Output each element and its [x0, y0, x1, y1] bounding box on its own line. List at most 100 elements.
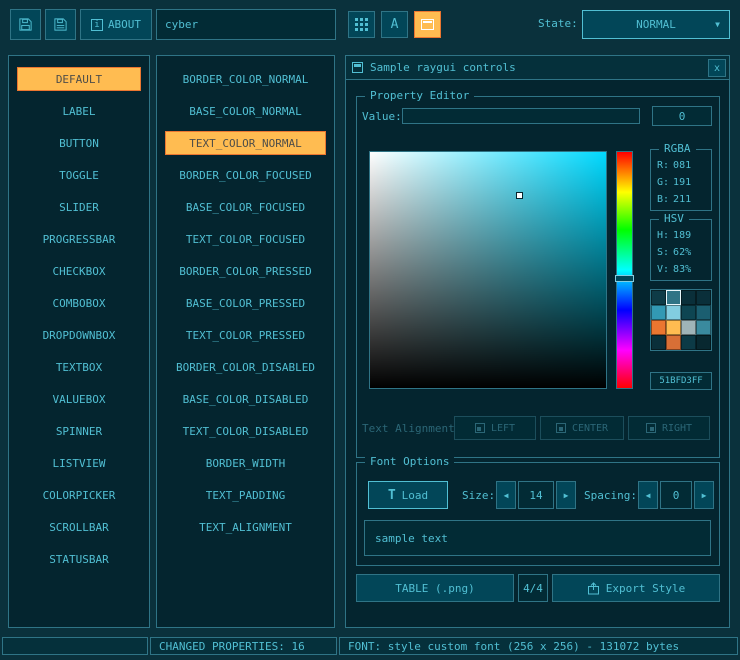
- color-swatch[interactable]: [666, 290, 681, 305]
- color-swatch[interactable]: [651, 320, 666, 335]
- color-swatch[interactable]: [666, 305, 681, 320]
- size-value-box[interactable]: 14: [518, 481, 554, 509]
- style-name-input[interactable]: [156, 9, 336, 40]
- rgba-row-b: B: 211: [651, 190, 711, 207]
- list-item-button[interactable]: BUTTON: [17, 131, 141, 155]
- chevron-down-icon: ▼: [715, 20, 720, 29]
- controls-list: DEFAULT LABEL BUTTON TOGGLE SLIDER PROGRESSBA…: [8, 55, 150, 628]
- list-item-border_color_focused[interactable]: BORDER_COLOR_FOCUSED: [165, 163, 326, 187]
- spacing-increment-button[interactable]: ▶: [694, 481, 714, 509]
- color-swatch[interactable]: [681, 335, 696, 350]
- state-dropdown[interactable]: NORMAL ▼: [582, 10, 730, 39]
- list-item-border_color_disabled[interactable]: BORDER_COLOR_DISABLED: [165, 355, 326, 379]
- sample-text-input[interactable]: sample text: [364, 520, 711, 556]
- g-value: 191: [673, 175, 691, 190]
- color-swatch[interactable]: [651, 290, 666, 305]
- align-center-icon: [556, 423, 566, 433]
- list-item-slider[interactable]: SLIDER: [17, 195, 141, 219]
- color-swatch[interactable]: [696, 305, 711, 320]
- list-item-combobox[interactable]: COMBOBOX: [17, 291, 141, 315]
- info-icon: [91, 19, 103, 31]
- list-item-text_color_pressed[interactable]: TEXT_COLOR_PRESSED: [165, 323, 326, 347]
- list-item-textbox[interactable]: TEXTBOX: [17, 355, 141, 379]
- grid-view-button[interactable]: [348, 11, 375, 38]
- list-item-text_color_focused[interactable]: TEXT_COLOR_FOCUSED: [165, 227, 326, 251]
- color-swatch[interactable]: [696, 335, 711, 350]
- list-item-border_color_pressed[interactable]: BORDER_COLOR_PRESSED: [165, 259, 326, 283]
- hsv-title: HSV: [659, 212, 689, 225]
- font-load-button[interactable]: T Load: [368, 481, 448, 509]
- close-button[interactable]: x: [708, 59, 726, 77]
- color-swatch[interactable]: [696, 320, 711, 335]
- list-item-scrollbar[interactable]: SCROLLBAR: [17, 515, 141, 539]
- list-item-listview[interactable]: LISTVIEW: [17, 451, 141, 475]
- list-item-border_color_normal[interactable]: BORDER_COLOR_NORMAL: [165, 67, 326, 91]
- hsv-row-s: S: 62%: [651, 243, 711, 260]
- chevron-right-icon: ▶: [564, 491, 569, 500]
- list-item-checkbox[interactable]: CHECKBOX: [17, 259, 141, 283]
- export-style-button[interactable]: Export Style: [552, 574, 720, 602]
- align-left-icon: [475, 423, 485, 433]
- list-item-dropdownbox[interactable]: DROPDOWNBOX: [17, 323, 141, 347]
- save-style-as-button[interactable]: [45, 9, 76, 40]
- value-box[interactable]: 0: [652, 106, 712, 126]
- g-label: G:: [657, 175, 669, 190]
- list-item-base_color_focused[interactable]: BASE_COLOR_FOCUSED: [165, 195, 326, 219]
- color-picker-panel[interactable]: [369, 151, 607, 389]
- table-view-button[interactable]: [414, 11, 441, 38]
- list-item-label[interactable]: LABEL: [17, 99, 141, 123]
- rgba-group: RGBA R: 081 G: 191 B: 211: [650, 149, 712, 211]
- list-item-text_color_disabled[interactable]: TEXT_COLOR_DISABLED: [165, 419, 326, 443]
- color-swatch[interactable]: [696, 290, 711, 305]
- align-left-button[interactable]: LEFT: [454, 416, 536, 440]
- spacing-decrement-button[interactable]: ◀: [638, 481, 658, 509]
- align-center-button[interactable]: CENTER: [540, 416, 624, 440]
- list-item-base_color_pressed[interactable]: BASE_COLOR_PRESSED: [165, 291, 326, 315]
- spacing-value-box[interactable]: 0: [660, 481, 692, 509]
- color-swatch[interactable]: [666, 320, 681, 335]
- list-item-border_width[interactable]: BORDER_WIDTH: [165, 451, 326, 475]
- size-increment-button[interactable]: ▶: [556, 481, 576, 509]
- r-label: R:: [657, 158, 669, 173]
- hue-slider-handle[interactable]: [615, 275, 634, 282]
- list-item-progressbar[interactable]: PROGRESSBAR: [17, 227, 141, 251]
- list-item-base_color_disabled[interactable]: BASE_COLOR_DISABLED: [165, 387, 326, 411]
- color-swatch[interactable]: [681, 305, 696, 320]
- font-edit-button[interactable]: A: [381, 11, 408, 38]
- list-item-toggle[interactable]: TOGGLE: [17, 163, 141, 187]
- hex-value-box[interactable]: 51BFD3FF: [650, 372, 712, 390]
- list-item-spinner[interactable]: SPINNER: [17, 419, 141, 443]
- color-swatch[interactable]: [651, 305, 666, 320]
- size-label: Size:: [462, 489, 495, 502]
- table-png-button[interactable]: TABLE (.png): [356, 574, 514, 602]
- list-item-text_alignment[interactable]: TEXT_ALIGNMENT: [165, 515, 326, 539]
- b-label: B:: [657, 192, 669, 207]
- r-value: 081: [673, 158, 691, 173]
- color-swatch[interactable]: [681, 320, 696, 335]
- list-item-valuebox[interactable]: VALUEBOX: [17, 387, 141, 411]
- size-decrement-button[interactable]: ◀: [496, 481, 516, 509]
- list-item-text_padding[interactable]: TEXT_PADDING: [165, 483, 326, 507]
- table-png-label: TABLE (.png): [395, 582, 474, 595]
- list-item-base_color_normal[interactable]: BASE_COLOR_NORMAL: [165, 99, 326, 123]
- align-center-label: CENTER: [572, 423, 608, 434]
- list-item-colorpicker[interactable]: COLORPICKER: [17, 483, 141, 507]
- close-icon: x: [714, 63, 720, 74]
- list-item-statusbar[interactable]: STATUSBAR: [17, 547, 141, 571]
- value-slider[interactable]: [402, 108, 640, 124]
- about-button[interactable]: ABOUT: [80, 9, 152, 40]
- color-swatch[interactable]: [681, 290, 696, 305]
- grid-icon: [355, 18, 368, 31]
- statusbar-changed-properties: CHANGED PROPERTIES: 16: [150, 637, 337, 655]
- color-swatch[interactable]: [666, 335, 681, 350]
- list-item-default[interactable]: DEFAULT: [17, 67, 141, 91]
- align-right-button[interactable]: RIGHT: [628, 416, 710, 440]
- color-picker-cursor[interactable]: [516, 192, 523, 199]
- s-label: S:: [657, 245, 669, 260]
- state-label: State:: [538, 17, 578, 30]
- color-swatch[interactable]: [651, 335, 666, 350]
- hue-bar[interactable]: [616, 151, 633, 389]
- save-style-button[interactable]: [10, 9, 41, 40]
- s-value: 62%: [673, 245, 691, 260]
- list-item-text_color_normal[interactable]: TEXT_COLOR_NORMAL: [165, 131, 326, 155]
